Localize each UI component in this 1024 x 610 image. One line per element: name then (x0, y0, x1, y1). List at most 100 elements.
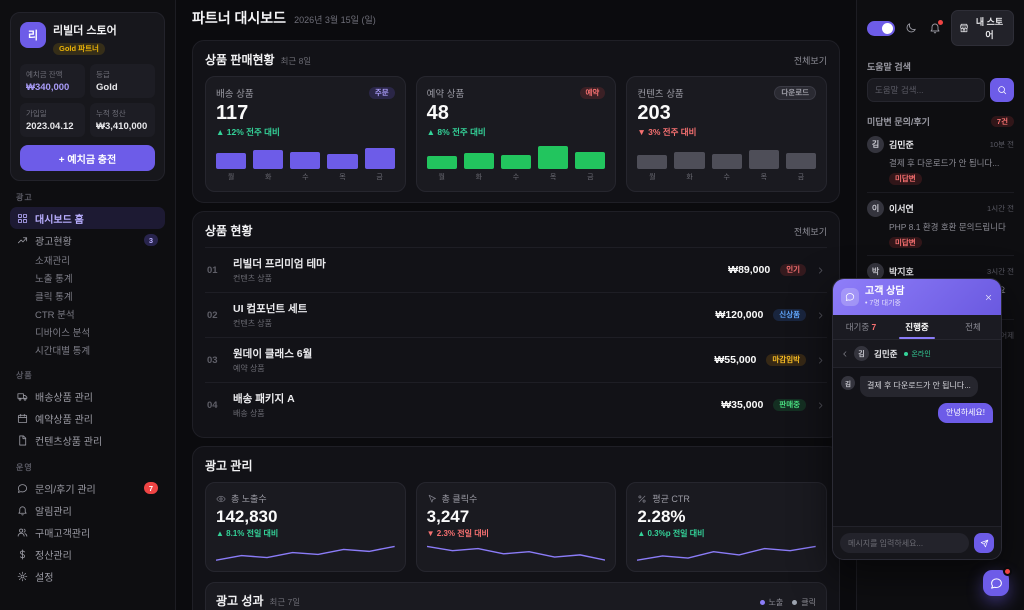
stat-label: 등급 (96, 69, 149, 80)
inquiry-name: 박지호 (889, 265, 914, 278)
legend-dot (760, 600, 765, 605)
sidebar-item-notifications[interactable]: 알림관리 (10, 499, 165, 521)
page-title: 파트너 대시보드 (192, 8, 286, 28)
chevron-left-icon[interactable] (841, 350, 849, 358)
help-search-title: 도움말 검색 (867, 60, 1014, 73)
search-icon (997, 85, 1007, 95)
sidebar-item-creatives[interactable]: 소재관리 (10, 251, 165, 269)
avatar: 김 (841, 376, 855, 390)
sidebar-item-click-stats[interactable]: 클릭 통계 (10, 287, 165, 305)
my-store-label: 내 스토어 (973, 15, 1006, 41)
product-row[interactable]: 02 UI 컴포넌트 세트 컨텐츠 상품 ₩120,000 신상품 (205, 292, 827, 337)
chat-tab-in-progress[interactable]: 진행중 (889, 315, 945, 339)
nav-label: 컨텐츠상품 관리 (35, 433, 102, 448)
sidebar-item-reservation-products[interactable]: 예약상품 관리 (10, 407, 165, 429)
card-label: 컨텐츠 상품 (637, 86, 683, 100)
sidebar-item-customers[interactable]: 구매고객관리 (10, 521, 165, 543)
bar (501, 155, 531, 169)
chat-tab-all[interactable]: 전체 (945, 315, 1001, 339)
tab-label: 진행중 (905, 322, 928, 332)
product-price: ₩35,000 (721, 399, 763, 411)
inquiry-time: 어제 (1000, 330, 1014, 341)
theme-toggle[interactable] (867, 21, 895, 36)
nav-label: 시간대별 통계 (35, 343, 90, 357)
ad-status-count-badge: 3 (144, 234, 158, 246)
bar (538, 146, 568, 169)
product-price: ₩89,000 (728, 264, 770, 276)
product-category: 컨텐츠 상품 (233, 273, 718, 284)
join-date-stat: 가입일 2023.04.12 (20, 103, 85, 137)
avatar: 김 (854, 346, 869, 361)
sparkline-chart (216, 544, 395, 562)
stat-value: ₩340,000 (26, 82, 79, 93)
tab-label: 대기중 (846, 322, 869, 332)
tab-label: 전체 (965, 322, 981, 332)
nav-section-title: 광고 (10, 192, 165, 203)
card-label: 총 클릭수 (442, 492, 478, 505)
chat-send-button[interactable] (974, 533, 994, 553)
card-label: 평균 CTR (652, 492, 690, 505)
moon-icon (905, 22, 917, 34)
dark-mode-button[interactable] (903, 20, 919, 36)
legend-label: 노출 (769, 597, 784, 608)
product-row[interactable]: 01 리빌더 프리미엄 테마 컨텐츠 상품 ₩89,000 인기 (205, 247, 827, 292)
help-search-button[interactable] (990, 78, 1014, 102)
products-view-all-link[interactable]: 전체보기 (794, 225, 827, 238)
sidebar-item-inquiries[interactable]: 문의/후기 관리 7 (10, 477, 165, 499)
sales-card-content: 컨텐츠 상품 다운로드 203 ▼ 3% 전주 대비 월화수목금 (626, 76, 827, 192)
avatar: 김 (867, 136, 884, 153)
chart-legend: 노출 클릭 (760, 597, 816, 608)
sales-view-all-link[interactable]: 전체보기 (794, 54, 827, 67)
main-content: 파트너 대시보드 2026년 3월 15일 (일) 상품 판매현황 최근 8일 … (176, 0, 856, 610)
my-store-button[interactable]: 내 스토어 (951, 10, 1014, 46)
sales-bar-chart: 월화수목금 (427, 145, 606, 182)
bar-day-label: 월 (649, 172, 655, 182)
sidebar-item-shipping-products[interactable]: 배송상품 관리 (10, 385, 165, 407)
tier-stat: 등급 Gold (90, 64, 155, 98)
legend-clicks: 클릭 (792, 597, 816, 608)
notifications-button[interactable] (927, 20, 943, 36)
chat-icon (841, 288, 859, 306)
bar-day-label: 금 (587, 172, 593, 182)
sidebar-item-settlement[interactable]: 정산관리 (10, 543, 165, 565)
chat-tab-waiting[interactable]: 대기중 7 (833, 315, 889, 339)
fab-notification-dot (1003, 567, 1012, 576)
bar (575, 152, 605, 169)
sidebar-item-impression-stats[interactable]: 노출 통계 (10, 269, 165, 287)
chevron-right-icon (816, 311, 825, 320)
inquiry-item[interactable]: 김 김민준 10분 전 결제 후 다운로드가 안 됩니다... 미답변 (867, 129, 1014, 193)
sidebar-item-content-products[interactable]: 컨텐츠상품 관리 (10, 429, 165, 451)
gear-icon (17, 571, 28, 582)
inquiry-text: 결제 후 다운로드가 안 됩니다... (889, 157, 1014, 169)
store-icon (959, 23, 969, 33)
sidebar-item-ctr-analysis[interactable]: CTR 분석 (10, 305, 165, 323)
inquiries-count-badge: 7건 (991, 116, 1014, 128)
sales-bar-chart: 월화수목금 (637, 145, 816, 182)
chat-tabs: 대기중 7 진행중 전체 (833, 315, 1001, 340)
help-search-input[interactable] (867, 78, 985, 102)
product-row[interactable]: 04 배송 패키지 A 배송 상품 ₩35,000 판매중 (205, 382, 827, 427)
legend-impressions: 노출 (760, 597, 784, 608)
product-row[interactable]: 03 원데이 클래스 6월 예약 상품 ₩55,000 마감임박 (205, 337, 827, 382)
nav-label: 광고현황 (35, 233, 72, 248)
sidebar-item-dashboard-home[interactable]: 대시보드 홈 (10, 207, 165, 229)
inquiry-item[interactable]: 이 이서연 1시간 전 PHP 8.1 환경 호환 문의드립니다 미답변 (867, 193, 1014, 257)
chat-message-input[interactable] (840, 533, 969, 553)
chat-fab[interactable] (983, 570, 1009, 596)
nav-section-products: 상품 배송상품 관리 예약상품 관리 컨텐츠상품 관리 (10, 370, 165, 451)
nav-label: 대시보드 홈 (35, 211, 84, 226)
products-panel: 상품 현황 전체보기 01 리빌더 프리미엄 테마 컨텐츠 상품 ₩89,000… (192, 211, 840, 438)
chat-title: 고객 상담 (865, 286, 905, 297)
stat-value: 2023.04.12 (26, 121, 79, 132)
sidebar-item-hourly-stats[interactable]: 시간대별 통계 (10, 341, 165, 359)
nav-section-title: 운영 (10, 462, 165, 473)
nav-label: 디바이스 분석 (35, 325, 90, 339)
sidebar-item-ad-status[interactable]: 광고현황 3 (10, 229, 165, 251)
sales-title: 상품 판매현황 (205, 51, 275, 68)
charge-deposit-button[interactable]: + 예치금 충전 (20, 145, 155, 171)
chat-close-button[interactable] (984, 293, 993, 302)
stat-label: 예치금 잔액 (26, 69, 79, 80)
stat-value: Gold (96, 82, 149, 93)
sidebar-item-settings[interactable]: 설정 (10, 565, 165, 587)
sidebar-item-device-analysis[interactable]: 디바이스 분석 (10, 323, 165, 341)
